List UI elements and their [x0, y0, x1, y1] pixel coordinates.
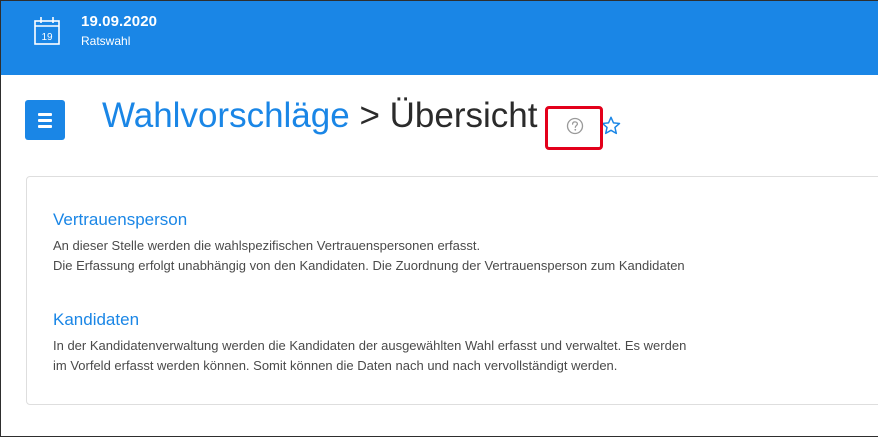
top-bar: 19 19.09.2020 Ratswahl [1, 1, 878, 75]
menu-button[interactable] [25, 100, 65, 140]
breadcrumb-link[interactable]: Wahlvorschläge [102, 96, 350, 135]
breadcrumb-separator: > [359, 96, 380, 135]
page-title: Wahlvorschläge > Übersicht [102, 94, 537, 138]
section-text-line: Die Erfassung erfolgt unabhängig von den… [53, 258, 685, 273]
star-icon[interactable] [600, 115, 622, 137]
hamburger-menu-icon [38, 113, 52, 116]
section-title-kandidaten[interactable]: Kandidaten [53, 310, 139, 330]
help-highlight-box [545, 106, 603, 150]
page-title-text: Übersicht [389, 96, 538, 135]
calendar-icon[interactable]: 19 [34, 16, 60, 46]
calendar-day-number: 19 [41, 32, 53, 43]
election-type: Ratswahl [81, 34, 131, 48]
section-text-line: im Vorfeld erfasst werden können. Somit … [53, 358, 618, 373]
section-title-vertrauensperson[interactable]: Vertrauensperson [53, 210, 187, 230]
section-text-line: An dieser Stelle werden die wahlspezifis… [53, 238, 481, 253]
section-text-line: In der Kandidatenverwaltung werden die K… [53, 338, 687, 353]
election-date: 19.09.2020 [81, 13, 158, 30]
